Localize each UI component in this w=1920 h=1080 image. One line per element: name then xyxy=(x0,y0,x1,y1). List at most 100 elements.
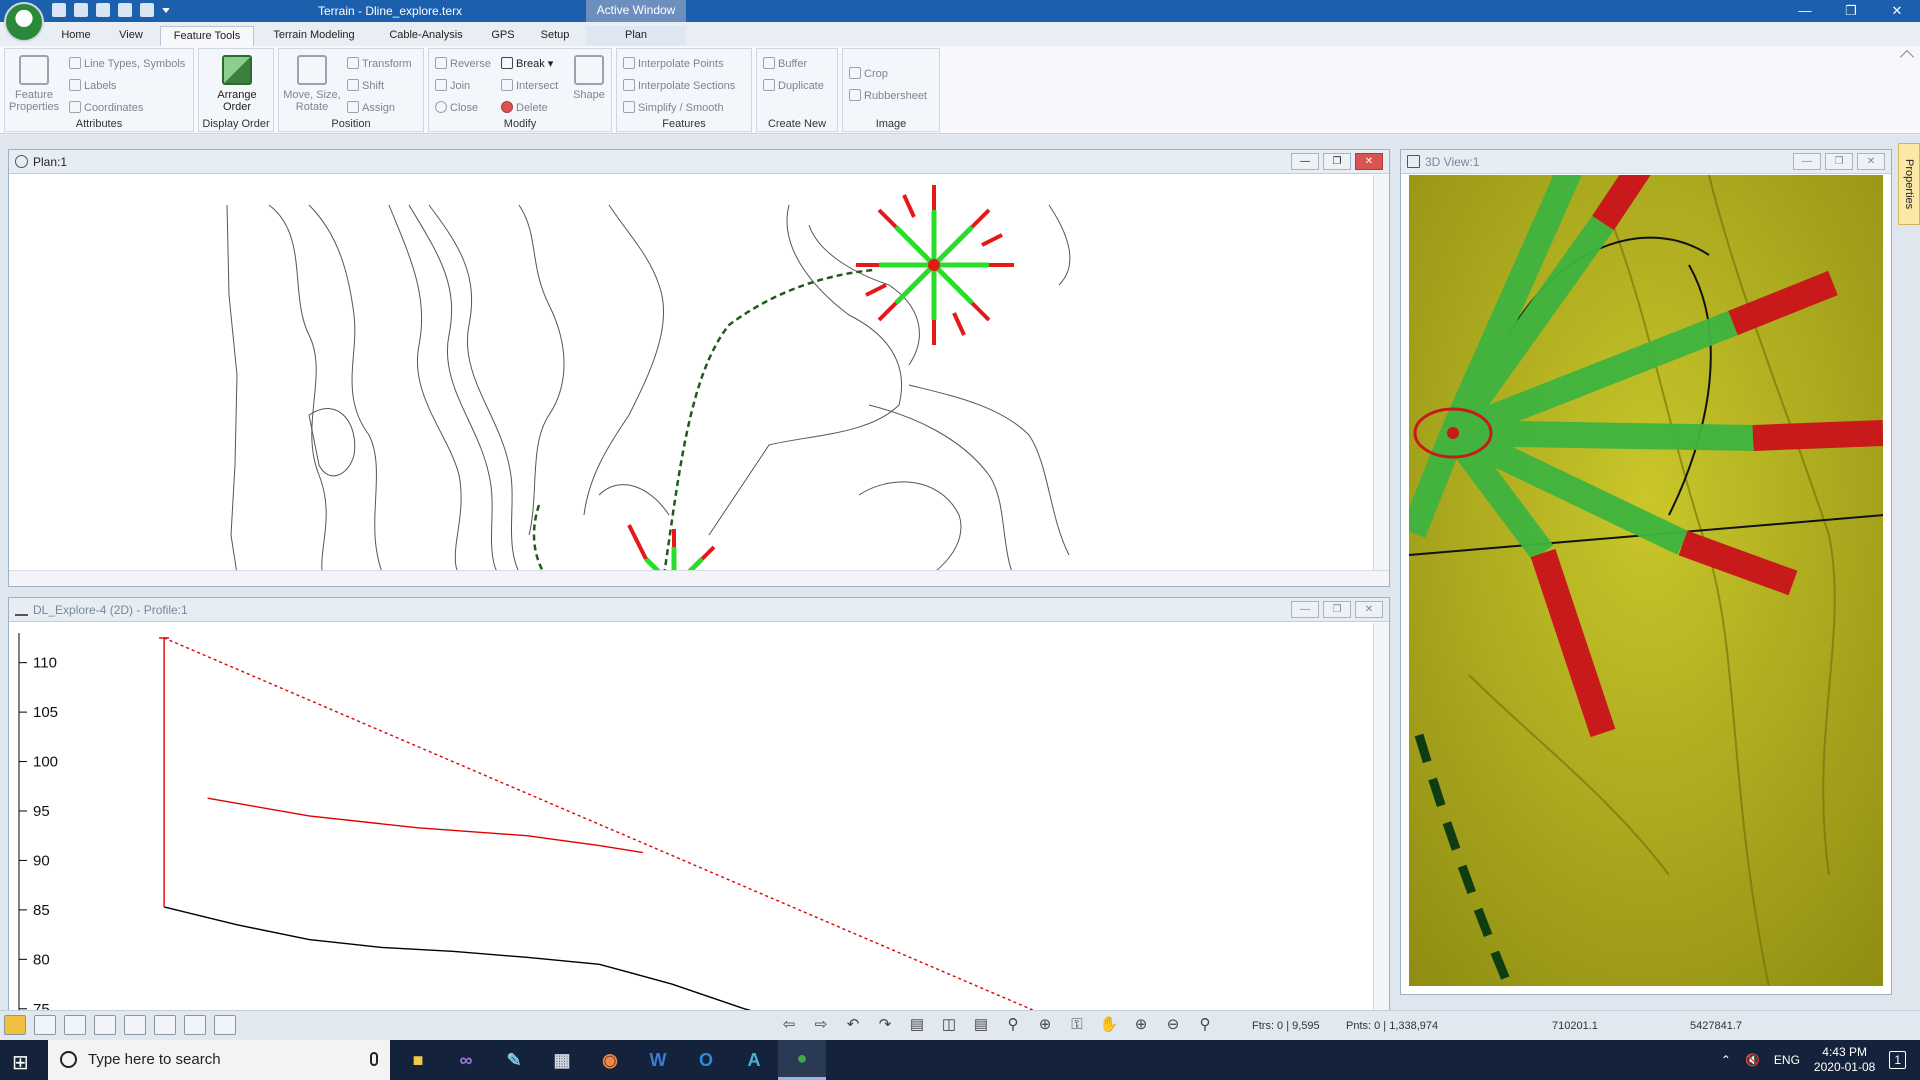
tray-chevron-icon[interactable]: ⌃ xyxy=(1721,1053,1731,1067)
arrow-back-return-icon[interactable]: ↶ xyxy=(842,1016,864,1036)
notepad-icon[interactable]: ✎ xyxy=(490,1040,538,1080)
sawhorse-icon[interactable] xyxy=(94,1015,116,1035)
tab-feature-tools[interactable]: Feature Tools xyxy=(160,26,254,46)
plan-vertical-scrollbar[interactable] xyxy=(1373,175,1389,571)
tab-setup[interactable]: Setup xyxy=(536,26,574,46)
plan-map-svg[interactable] xyxy=(9,175,1389,586)
lock-icon[interactable]: ⚿ xyxy=(1066,1016,1088,1036)
line-tool-icon[interactable] xyxy=(34,1015,56,1035)
cable-star-upper[interactable] xyxy=(856,185,1014,345)
simplify-smooth-button[interactable]: Simplify / Smooth xyxy=(623,101,724,114)
interpolate-sections-button[interactable]: Interpolate Sections xyxy=(623,79,735,92)
calculator-icon[interactable]: ▦ xyxy=(538,1040,586,1080)
outlook-icon[interactable]: O xyxy=(682,1040,730,1080)
visual-studio-icon[interactable]: ∞ xyxy=(442,1040,490,1080)
tab-terrain-modeling[interactable]: Terrain Modeling xyxy=(266,26,362,46)
taskbar-clock[interactable]: 4:43 PM 2020-01-08 xyxy=(1814,1045,1875,1075)
microphone-icon[interactable] xyxy=(370,1052,378,1066)
windows-start-icon[interactable]: ⊞ xyxy=(12,1050,29,1075)
save-icon[interactable] xyxy=(96,3,110,17)
word-icon[interactable]: W xyxy=(634,1040,682,1080)
view3d-minimize-icon[interactable]: — xyxy=(1793,153,1821,170)
points-cluster-icon[interactable] xyxy=(214,1015,236,1035)
app-logo-button[interactable] xyxy=(4,2,44,42)
close-icon[interactable]: ✕ xyxy=(1874,0,1920,22)
view3d-close-icon[interactable]: ✕ xyxy=(1857,153,1885,170)
file-explorer-icon[interactable]: ■ xyxy=(394,1040,442,1080)
zoom-reset-icon[interactable]: ⚲ xyxy=(1194,1016,1216,1036)
view3d-canvas[interactable] xyxy=(1409,175,1883,986)
view3d-terrain-svg[interactable] xyxy=(1409,175,1883,986)
undo-icon[interactable] xyxy=(118,3,132,17)
intersect-button[interactable]: Intersect xyxy=(501,79,558,92)
ribbon-collapse-icon[interactable] xyxy=(1899,49,1915,65)
new-file-icon[interactable] xyxy=(52,3,66,17)
view3d-pane[interactable]: 3D View:1 — ❐ ✕ xyxy=(1400,149,1892,995)
tab-plan[interactable]: Plan xyxy=(586,26,686,46)
plan-canvas[interactable] xyxy=(9,175,1389,586)
trail-line-2[interactable] xyxy=(662,268,875,576)
line-types-button[interactable]: Line Types, Symbols xyxy=(69,57,185,70)
tab-cable-analysis[interactable]: Cable-Analysis xyxy=(384,26,468,46)
profile-pane[interactable]: DL_Explore-4 (2D) - Profile:1 — ❐ ✕ 7075… xyxy=(8,597,1390,1080)
profile-minimize-icon[interactable]: — xyxy=(1291,601,1319,618)
zoom-icon[interactable]: ⚲ xyxy=(1002,1016,1024,1036)
notification-center-icon[interactable]: 1 xyxy=(1889,1051,1906,1069)
tab-gps[interactable]: GPS xyxy=(488,26,518,46)
properties-side-tab[interactable]: Properties xyxy=(1898,143,1920,225)
feature-properties-button[interactable]: Feature Properties xyxy=(9,55,59,113)
speaker-muted-icon[interactable]: 🔇 xyxy=(1745,1053,1760,1067)
arrow-left-icon[interactable]: ⇦ xyxy=(778,1016,800,1036)
arrange-order-button[interactable]: Arrange Order xyxy=(207,55,267,113)
interpolate-points-button[interactable]: Interpolate Points xyxy=(623,57,724,70)
tab-view[interactable]: View xyxy=(114,26,148,46)
join-button[interactable]: Join xyxy=(435,79,470,92)
profile-restore-icon[interactable]: ❐ xyxy=(1323,601,1351,618)
taskbar-search-box[interactable]: Type here to search xyxy=(48,1040,390,1080)
close-feature-button[interactable]: Close xyxy=(435,101,478,114)
zoom-extent-icon[interactable]: ⊕ xyxy=(1034,1016,1056,1036)
pan-hand-icon[interactable]: ✋ xyxy=(1098,1016,1120,1036)
move-size-rotate-button[interactable]: Move, Size, Rotate xyxy=(283,55,341,113)
tab-home[interactable]: Home xyxy=(56,26,96,46)
labels-button[interactable]: Labels xyxy=(69,79,116,92)
plan-horizontal-scrollbar[interactable] xyxy=(9,570,1389,586)
view3d-restore-icon[interactable]: ❐ xyxy=(1825,153,1853,170)
open-folder-icon[interactable] xyxy=(74,3,88,17)
reverse-button[interactable]: Reverse xyxy=(435,57,491,70)
buffer-button[interactable]: Buffer xyxy=(763,57,807,70)
zoom-in-icon[interactable]: ⊕ xyxy=(1130,1016,1152,1036)
customize-dropdown-icon[interactable] xyxy=(162,8,170,13)
break-button[interactable]: Break ▾ xyxy=(501,57,553,70)
profile-close-icon[interactable]: ✕ xyxy=(1355,601,1383,618)
redo-icon[interactable] xyxy=(140,3,154,17)
zoom-out-icon[interactable]: ⊖ xyxy=(1162,1016,1184,1036)
plan-pane[interactable]: Plan:1 — ❐ ✕ xyxy=(8,149,1390,587)
profile-view-icon[interactable] xyxy=(124,1015,146,1035)
split-horizontal-icon[interactable]: ▤ xyxy=(970,1016,992,1036)
layers-icon[interactable]: ▤ xyxy=(906,1016,928,1036)
duplicate-button[interactable]: Duplicate xyxy=(763,79,824,92)
plan-minimize-icon[interactable]: — xyxy=(1291,153,1319,170)
terrain-app-icon[interactable]: ● xyxy=(778,1040,826,1080)
typora-icon[interactable]: A xyxy=(730,1040,778,1080)
firefox-icon[interactable]: ◉ xyxy=(586,1040,634,1080)
contour-layer-icon[interactable] xyxy=(4,1015,26,1035)
restore-icon[interactable]: ❐ xyxy=(1828,0,1874,22)
plan-close-icon[interactable]: ✕ xyxy=(1355,153,1383,170)
minimize-icon[interactable]: — xyxy=(1782,0,1828,22)
transform-button[interactable]: Transform xyxy=(347,57,412,70)
language-indicator[interactable]: ENG xyxy=(1774,1053,1800,1067)
arrow-forward-return-icon[interactable]: ↷ xyxy=(874,1016,896,1036)
plan-restore-icon[interactable]: ❐ xyxy=(1323,153,1351,170)
shift-button[interactable]: Shift xyxy=(347,79,384,92)
shape-button[interactable]: Shape xyxy=(569,55,609,101)
coordinates-button[interactable]: Coordinates xyxy=(69,101,143,114)
arrow-right-icon[interactable]: ⇨ xyxy=(810,1016,832,1036)
assign-button[interactable]: Assign xyxy=(347,101,395,114)
crop-button[interactable]: Crop xyxy=(849,67,888,80)
split-vertical-icon[interactable]: ◫ xyxy=(938,1016,960,1036)
box-3d-icon[interactable] xyxy=(64,1015,86,1035)
polygon-icon[interactable] xyxy=(184,1015,206,1035)
delete-button[interactable]: Delete xyxy=(501,101,548,114)
